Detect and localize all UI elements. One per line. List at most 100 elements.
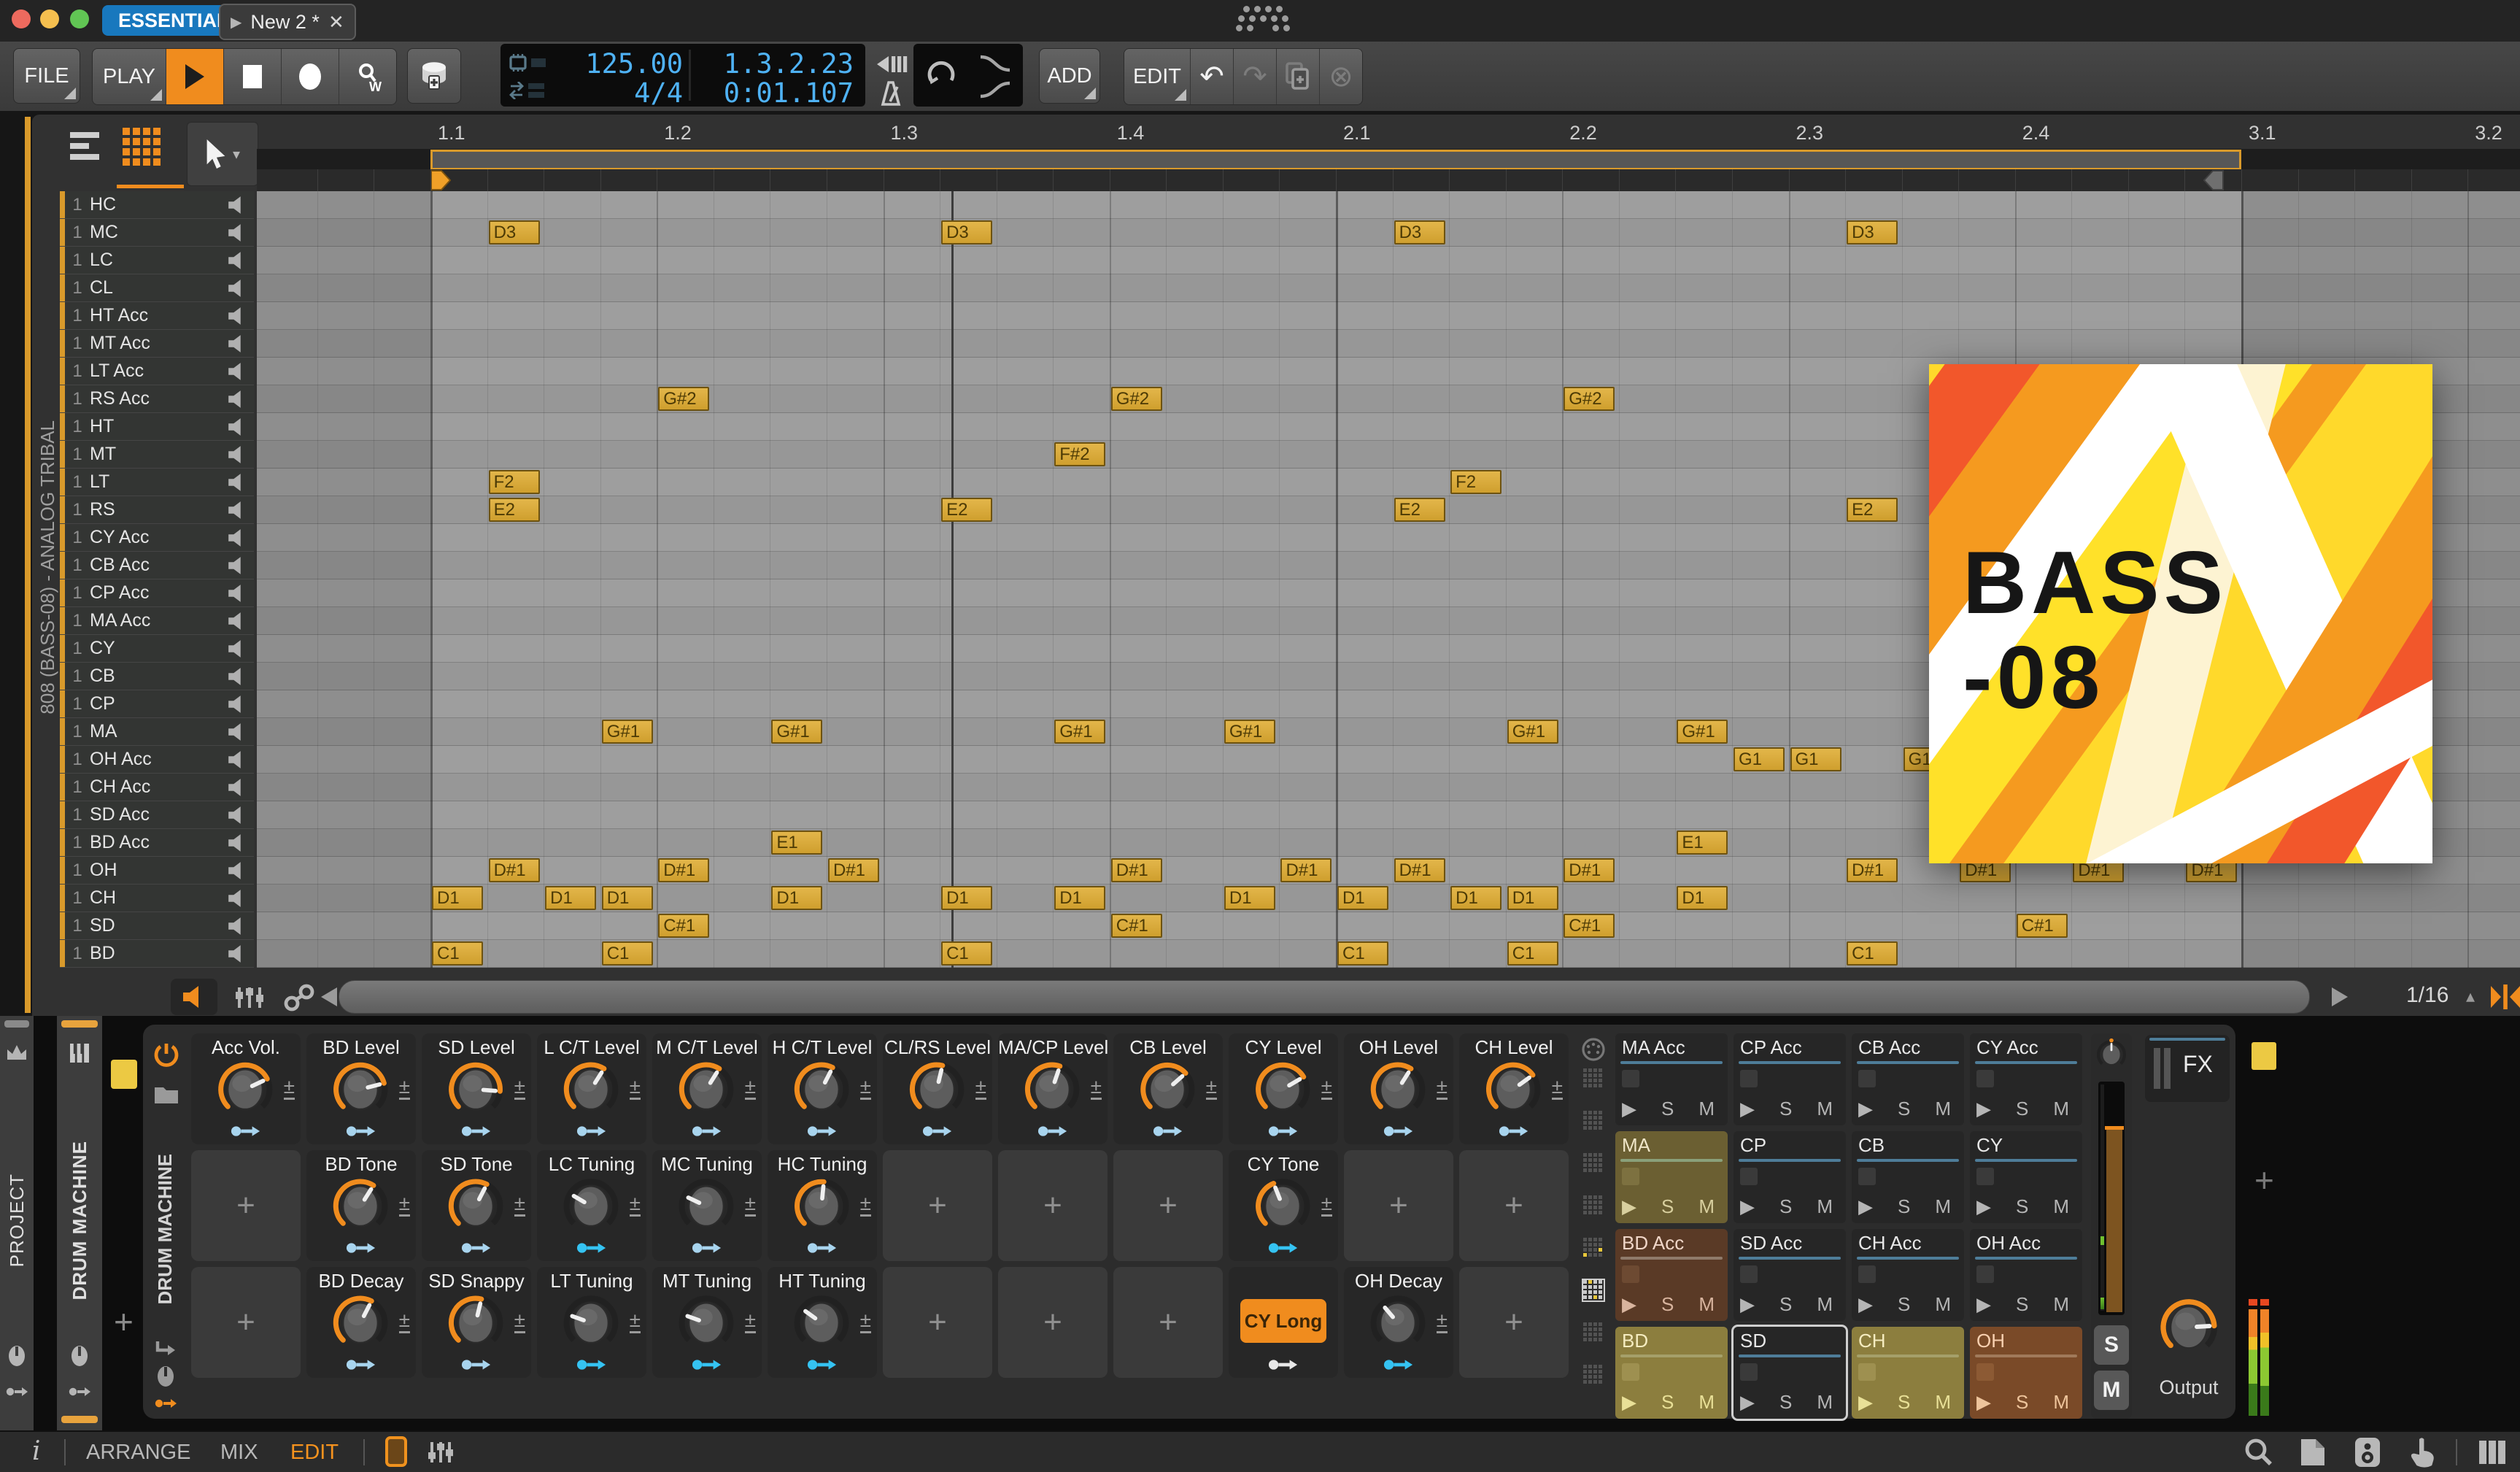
empty-remote-slot[interactable]: +	[191, 1267, 301, 1378]
pad-mute-button[interactable]: M	[2094, 1371, 2129, 1410]
pad-bank-icon[interactable]	[1583, 1153, 1604, 1174]
note[interactable]: D1	[1507, 886, 1558, 910]
knob-cell-sd-snappy[interactable]: SD Snappy ±	[422, 1267, 531, 1378]
note[interactable]: E2	[488, 498, 540, 522]
pad-solo[interactable]: S	[1779, 1391, 1792, 1414]
knob-cell-cb-level[interactable]: CB Level ±	[1113, 1033, 1223, 1144]
knob-cell-cl-rs-level[interactable]: CL/RS Level ±	[883, 1033, 992, 1144]
modulation-route-icon[interactable]	[1383, 1357, 1414, 1372]
lane-row-bd[interactable]: 1 BD	[60, 940, 254, 968]
knob-m-c-t-level[interactable]	[674, 1055, 738, 1127]
pad-bd-acc[interactable]: BD Acc ▶ S M	[1615, 1229, 1728, 1321]
modulation-route-icon[interactable]	[807, 1241, 838, 1255]
record-button[interactable]	[282, 49, 339, 104]
empty-remote-slot[interactable]: +	[883, 1267, 992, 1378]
lane-row-cy[interactable]: 1 CY	[60, 635, 254, 663]
file-browser-icon[interactable]	[2300, 1438, 2326, 1467]
pad-play-icon[interactable]: ▶	[1976, 1391, 1991, 1414]
grid-resolution-stepper-icon[interactable]: ▴	[2466, 986, 2475, 1007]
knob-bd-decay[interactable]	[328, 1289, 393, 1360]
note[interactable]: G#1	[601, 720, 653, 744]
note[interactable]: D1	[1677, 886, 1728, 910]
knob-lc-tuning[interactable]	[559, 1172, 623, 1244]
lane-mute-speaker-icon[interactable]	[228, 750, 247, 768]
delete-button[interactable]: ⊗	[1320, 49, 1362, 104]
metronome-icon[interactable]	[874, 81, 906, 106]
tempo-value[interactable]: 125.00	[585, 48, 683, 80]
pad-mute[interactable]: M	[1935, 1098, 1951, 1120]
time-selection-row[interactable]	[257, 169, 2520, 191]
pad-mute[interactable]: M	[1698, 1195, 1715, 1218]
note[interactable]: F#2	[1054, 442, 1106, 466]
knob-cell-cy-tone[interactable]: CY Tone ±	[1229, 1150, 1338, 1261]
pad-mute[interactable]: M	[1817, 1195, 1833, 1218]
empty-remote-slot[interactable]: +	[1459, 1150, 1569, 1261]
pad-play-icon[interactable]: ▶	[1858, 1391, 1873, 1414]
modulation-route-icon[interactable]	[1268, 1357, 1299, 1372]
empty-remote-slot[interactable]: +	[1344, 1150, 1453, 1261]
lane-mute-speaker-icon[interactable]	[228, 473, 247, 491]
sidebar-project[interactable]: PROJECT	[0, 1016, 34, 1430]
knob-cy-level[interactable]	[1251, 1055, 1315, 1127]
pad-solo[interactable]: S	[1661, 1391, 1674, 1414]
knob-cell-bd-level[interactable]: BD Level ±	[306, 1033, 416, 1144]
lane-mute-speaker-icon[interactable]	[228, 556, 247, 574]
modulation-route-icon[interactable]	[807, 1124, 838, 1138]
modulation-route-icon[interactable]	[807, 1357, 838, 1372]
modulation-route-icon[interactable]	[461, 1124, 492, 1138]
audition-toggle[interactable]	[171, 979, 217, 1015]
note[interactable]: G#1	[1224, 720, 1275, 744]
lane-mute-speaker-icon[interactable]	[228, 695, 247, 713]
knob-cell-sd-tone[interactable]: SD Tone ±	[422, 1150, 531, 1261]
pad-sd[interactable]: SD ▶ S M	[1731, 1325, 1848, 1421]
note[interactable]: D#1	[1564, 858, 1615, 882]
lane-row-cp-acc[interactable]: 1 CP Acc	[60, 579, 254, 607]
knob-bd-level[interactable]	[328, 1055, 393, 1127]
note[interactable]: D#1	[827, 858, 879, 882]
pad-mute[interactable]: M	[1698, 1098, 1715, 1120]
lane-row-ch[interactable]: 1 CH	[60, 885, 254, 912]
knob-sd-tone[interactable]	[444, 1172, 508, 1244]
lane-row-oh-acc[interactable]: 1 OH Acc	[60, 746, 254, 774]
lane-mute-speaker-icon[interactable]	[228, 362, 247, 380]
knob-cell-lc-tuning[interactable]: LC Tuning ±	[537, 1150, 646, 1261]
note[interactable]: E2	[1847, 498, 1898, 522]
note[interactable]: D#1	[1847, 858, 1898, 882]
knob-cell-sd-level[interactable]: SD Level ±	[422, 1033, 531, 1144]
monitor-speaker-icon[interactable]	[2354, 1436, 2381, 1468]
knob-cell-lt-tuning[interactable]: LT Tuning ±	[537, 1267, 646, 1378]
minimize-window-icon[interactable]	[40, 9, 59, 28]
knob-cell-acc-vol-[interactable]: Acc Vol. ±	[191, 1033, 301, 1144]
pad-sd-acc[interactable]: SD Acc ▶ S M	[1734, 1229, 1846, 1321]
lane-row-cb[interactable]: 1 CB	[60, 663, 254, 690]
device-chain-color-chip[interactable]	[2252, 1042, 2276, 1070]
note[interactable]: G1	[1790, 747, 1841, 771]
knob-cell-ch-level[interactable]: CH Level ±	[1459, 1033, 1569, 1144]
modulation-route-icon[interactable]	[1037, 1124, 1068, 1138]
knob-h-c-t-level[interactable]	[789, 1055, 854, 1127]
lane-row-cp[interactable]: 1 CP	[60, 690, 254, 718]
knob-bd-tone[interactable]	[328, 1172, 393, 1244]
punch-in-icon[interactable]	[874, 53, 908, 75]
sidebar-drum-machine[interactable]: DRUM MACHINE	[57, 1016, 102, 1430]
note[interactable]: F2	[488, 470, 540, 494]
pad-play-icon[interactable]: ▶	[1622, 1391, 1636, 1414]
note[interactable]: G#1	[1507, 720, 1558, 744]
fx-chain-slot[interactable]: FX	[2145, 1035, 2230, 1102]
file-menu-button[interactable]: FILE	[13, 48, 80, 104]
duplicate-button[interactable]	[1277, 49, 1320, 104]
note[interactable]: E1	[771, 831, 823, 855]
note-list-view-icon[interactable]	[70, 131, 105, 161]
device-power-icon[interactable]	[153, 1042, 179, 1068]
note[interactable]: D1	[601, 886, 653, 910]
knob-cell-cy-level[interactable]: CY Level ±	[1229, 1033, 1338, 1144]
knob-cell-mt-tuning[interactable]: MT Tuning ±	[652, 1267, 762, 1378]
position-value[interactable]: 1.3.2.23	[724, 48, 854, 80]
lane-row-ch-acc[interactable]: 1 CH Acc	[60, 774, 254, 801]
lane-mute-speaker-icon[interactable]	[228, 196, 247, 214]
empty-remote-slot[interactable]: +	[998, 1150, 1108, 1261]
pad-bank-icon[interactable]	[1583, 1365, 1604, 1385]
note[interactable]: G#2	[1564, 387, 1615, 411]
overdub-button[interactable]	[407, 48, 461, 104]
modulation-route-icon[interactable]	[1268, 1124, 1299, 1138]
